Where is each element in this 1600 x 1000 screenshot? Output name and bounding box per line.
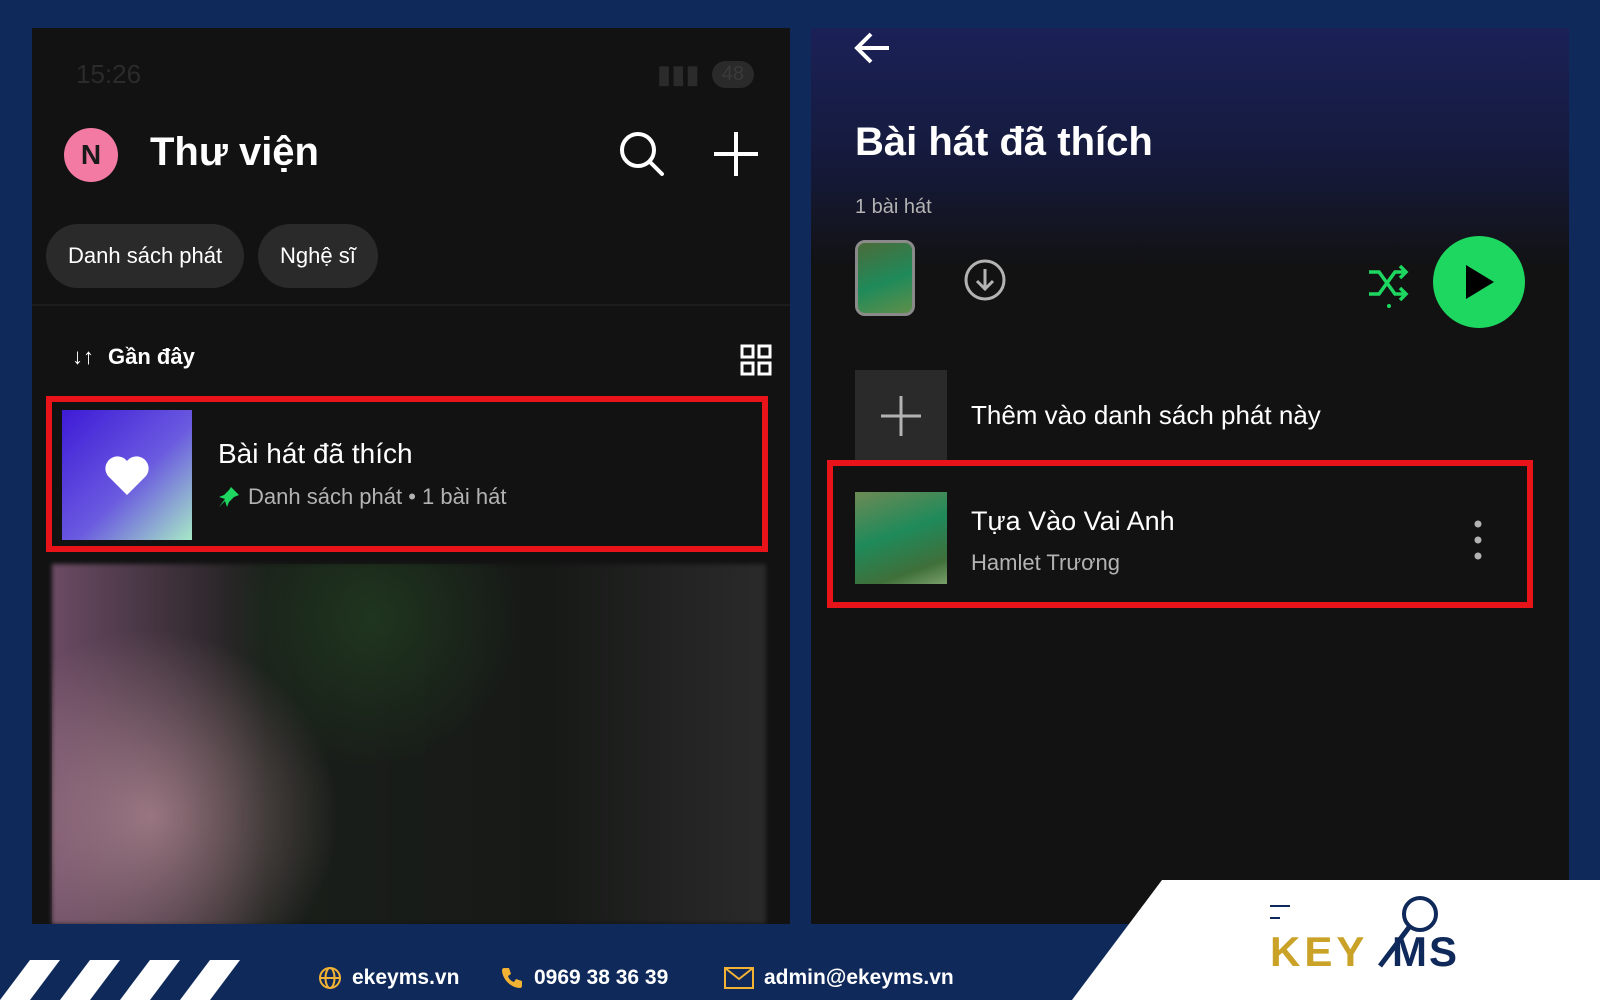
liked-songs-highlight xyxy=(46,396,768,552)
add-to-playlist-label[interactable]: Thêm vào danh sách phát này xyxy=(971,400,1321,431)
svg-text:KEY: KEY xyxy=(1270,928,1368,975)
song-highlight xyxy=(827,460,1533,608)
filter-chip-artists[interactable]: Nghệ sĩ xyxy=(258,224,378,288)
page-title: Thư viện xyxy=(150,130,319,174)
email-text: admin@ekeyms.vn xyxy=(764,966,954,989)
filter-chip-playlists[interactable]: Danh sách phát xyxy=(46,224,245,288)
sort-control[interactable]: ↓↑ Gần đây xyxy=(72,344,195,370)
plus-icon xyxy=(881,396,921,436)
liked-songs-screen: Bài hát đã thích 1 bài hát Thêm vào danh… xyxy=(811,28,1569,924)
footer-email[interactable]: admin@ekeyms.vn xyxy=(724,966,954,990)
phone-icon xyxy=(502,968,522,988)
play-button[interactable] xyxy=(1433,236,1525,328)
footer-phone[interactable]: 0969 38 36 39 xyxy=(500,966,668,990)
svg-text:MS: MS xyxy=(1392,928,1459,975)
battery-badge: 48 xyxy=(711,60,754,88)
divider xyxy=(32,304,790,306)
back-arrow-icon[interactable] xyxy=(851,28,895,72)
sort-label: Gần đây xyxy=(108,344,195,369)
signal-icon: ▮▮▮ xyxy=(656,58,700,89)
status-bar: 15:26 ▮▮▮ 48 xyxy=(76,56,754,92)
add-icon[interactable] xyxy=(710,128,762,180)
playlist-thumbnail[interactable] xyxy=(855,240,915,316)
footer-website[interactable]: ekeyms.vn xyxy=(318,966,459,990)
search-icon[interactable] xyxy=(616,128,668,180)
add-to-playlist-button[interactable] xyxy=(855,370,947,462)
footer-stripes xyxy=(0,960,240,1000)
playlist-title: Bài hát đã thích xyxy=(855,120,1153,164)
globe-icon xyxy=(319,967,341,989)
grid-view-icon[interactable] xyxy=(740,344,772,376)
phone-text: 0969 38 36 39 xyxy=(534,966,669,989)
library-screen: 15:26 ▮▮▮ 48 N Thư viện Danh sách phát Ng… xyxy=(32,28,790,924)
shuffle-icon[interactable] xyxy=(1365,260,1413,308)
mail-icon xyxy=(724,967,754,989)
keyms-logo: KEY MS xyxy=(1270,896,1459,975)
avatar[interactable]: N xyxy=(64,128,118,182)
play-icon xyxy=(1466,265,1494,299)
download-icon[interactable] xyxy=(963,258,1007,302)
sort-icon: ↓↑ xyxy=(72,344,94,369)
song-count: 1 bài hát xyxy=(855,196,932,218)
website-text: ekeyms.vn xyxy=(352,966,460,989)
status-time: 15:26 xyxy=(76,58,142,89)
blurred-list-overlay xyxy=(52,564,766,924)
